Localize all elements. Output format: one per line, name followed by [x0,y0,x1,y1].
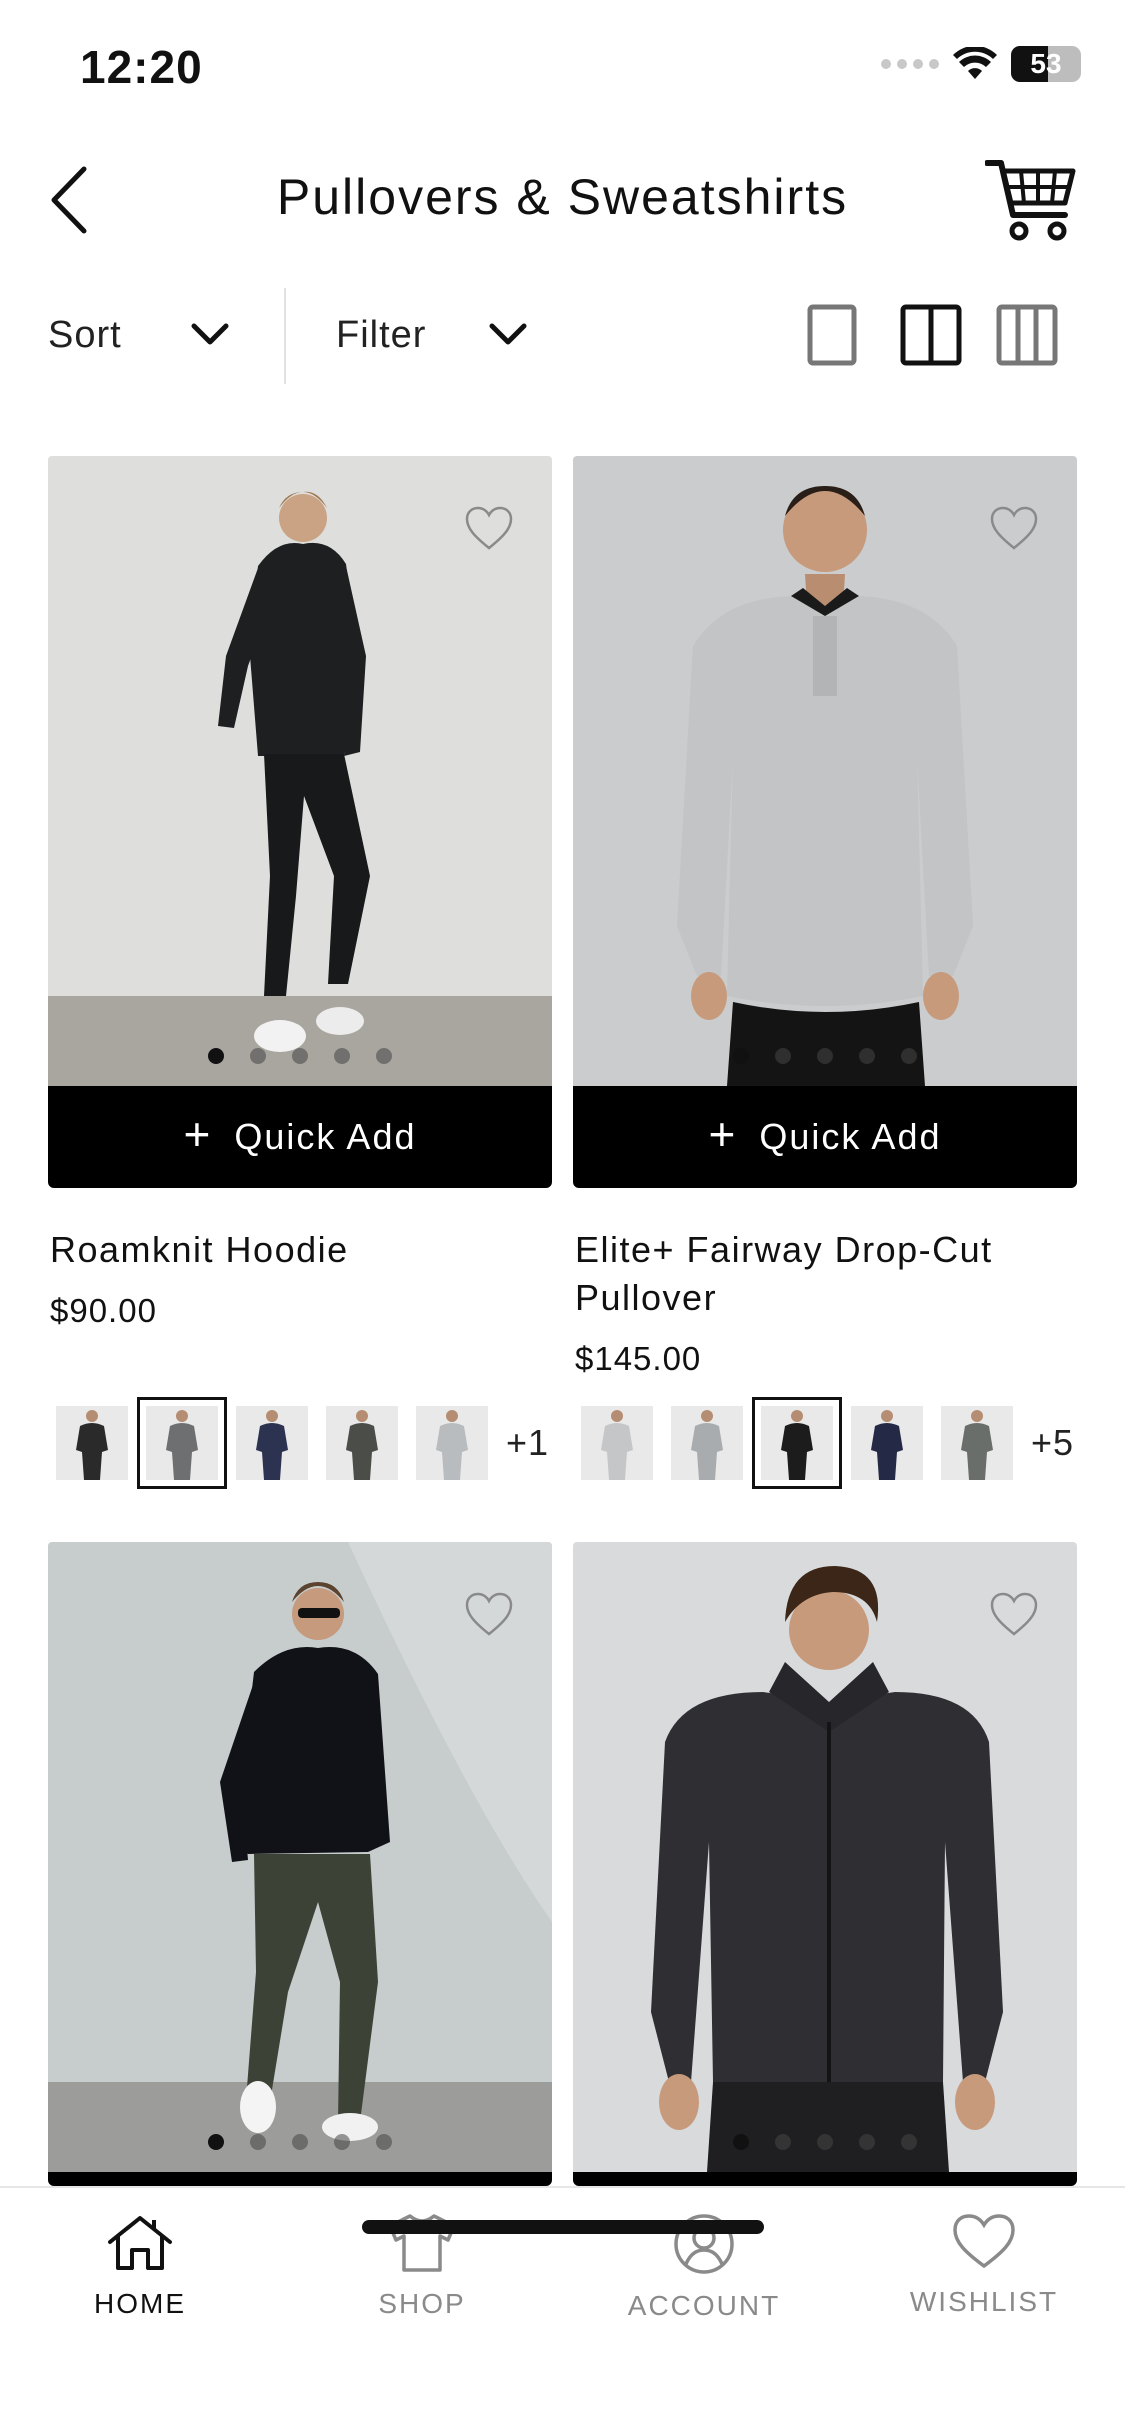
battery-percent: 53 [1030,48,1062,79]
plus-icon: + [708,1108,738,1160]
carousel-dot[interactable] [817,2134,833,2150]
toolbar-divider [284,288,286,384]
tab-label: HOME [94,2288,186,2319]
color-swatch[interactable] [56,1406,128,1480]
quick-add-label: Quick Add [759,1116,942,1157]
color-swatch[interactable] [752,1397,842,1489]
color-swatch[interactable] [941,1406,1013,1480]
tab-label: SHOP [378,2288,466,2319]
carousel-dot[interactable] [334,1048,350,1064]
carousel-dot[interactable] [292,2134,308,2150]
carousel-dot[interactable] [901,1048,917,1064]
sort-dropdown[interactable]: Sort [48,302,238,368]
single-column-view-button[interactable] [806,304,868,366]
more-colors-count[interactable]: +1 [506,1422,549,1464]
status-time: 12:20 [80,41,203,93]
product-image[interactable] [48,456,552,1086]
product-card[interactable] [48,1542,552,2186]
quick-add-button[interactable]: + Quick Add [48,1086,552,1188]
carousel-dot[interactable] [376,2134,392,2150]
shopping-cart-icon [985,160,1076,241]
page-title: Pullovers & Sweatshirts [276,169,849,225]
filter-dropdown[interactable]: Filter [336,302,546,368]
carousel-dot[interactable] [376,1048,392,1064]
quick-add-button[interactable] [573,2172,1077,2186]
color-swatch[interactable] [416,1406,488,1480]
carousel-dot[interactable] [859,1048,875,1064]
chevron-down-icon [489,323,527,345]
quick-add-button[interactable] [48,2172,552,2186]
image-carousel-dots [573,1048,1077,1064]
carousel-dot[interactable] [901,2134,917,2150]
sort-filter-toolbar: Sort Filter [0,284,1125,386]
carousel-dot[interactable] [733,2134,749,2150]
product-image[interactable] [573,1542,1077,2172]
wishlist-heart-icon[interactable] [464,1590,514,1640]
more-colors-count[interactable]: +5 [1031,1422,1074,1464]
product-card[interactable]: + Quick Add Elite+ Fairway Drop-Cut Pull… [573,456,1077,1496]
product-image[interactable] [48,1542,552,2172]
nav-header: Pullovers & Sweatshirts [0,140,1125,260]
carousel-dot[interactable] [208,2134,224,2150]
carousel-dot[interactable] [334,2134,350,2150]
product-price: $145.00 [575,1340,702,1377]
carousel-dot[interactable] [775,1048,791,1064]
wishlist-heart-icon[interactable] [989,1590,1039,1640]
two-column-view-button[interactable] [900,304,962,366]
bottom-tab-bar: HOME SHOP ACCOUNT WISHLIST [0,2186,1125,2436]
image-carousel-dots [573,2134,1077,2150]
color-swatches: +5 [581,1397,1074,1489]
chevron-down-icon [191,323,229,345]
carousel-dot[interactable] [208,1048,224,1064]
product-price: $90.00 [50,1292,157,1329]
status-indicators: 53 [881,46,1081,82]
product-card[interactable] [573,1542,1077,2186]
tab-label: ACCOUNT [627,2290,781,2321]
image-carousel-dots [48,1048,552,1064]
quick-add-label: Quick Add [234,1116,417,1157]
wifi-icon [953,47,997,79]
back-button[interactable] [40,162,100,238]
wishlist-heart-icon[interactable] [989,504,1039,554]
carousel-dot[interactable] [817,1048,833,1064]
heart-icon [953,2214,1015,2269]
quick-add-button[interactable]: + Quick Add [573,1086,1077,1188]
three-column-view-button[interactable] [996,304,1058,366]
color-swatch[interactable] [137,1397,227,1489]
home-indicator [362,2220,764,2234]
sort-label: Sort [48,313,122,356]
color-swatch[interactable] [851,1406,923,1480]
carousel-dot[interactable] [733,1048,749,1064]
carousel-dot[interactable] [250,1048,266,1064]
color-swatch[interactable] [671,1406,743,1480]
home-icon [108,2216,172,2270]
tab-home[interactable]: HOME [20,2212,260,2342]
plus-icon: + [183,1108,213,1160]
product-name[interactable]: Roamknit Hoodie [50,1226,550,1274]
product-name[interactable]: Elite+ Fairway Drop-Cut Pullover [575,1226,1075,1322]
battery-icon: 53 [1011,46,1081,82]
tab-wishlist[interactable]: WISHLIST [864,2212,1104,2342]
filter-label: Filter [336,313,427,356]
color-swatch[interactable] [326,1406,398,1480]
cellular-signal-icon [881,59,939,69]
color-swatch[interactable] [236,1406,308,1480]
chevron-left-icon [51,166,87,234]
tab-label: WISHLIST [909,2286,1059,2317]
wishlist-heart-icon[interactable] [464,504,514,554]
product-card[interactable]: + Quick Add Roamknit Hoodie $90.00 +1 [48,456,552,1496]
image-carousel-dots [48,2134,552,2150]
cart-button[interactable] [981,150,1081,250]
status-bar: 12:20 53 [0,0,1125,132]
carousel-dot[interactable] [292,1048,308,1064]
color-swatches: +1 [56,1397,549,1489]
carousel-dot[interactable] [250,2134,266,2150]
carousel-dot[interactable] [859,2134,875,2150]
product-image[interactable] [573,456,1077,1086]
carousel-dot[interactable] [775,2134,791,2150]
color-swatch[interactable] [581,1406,653,1480]
